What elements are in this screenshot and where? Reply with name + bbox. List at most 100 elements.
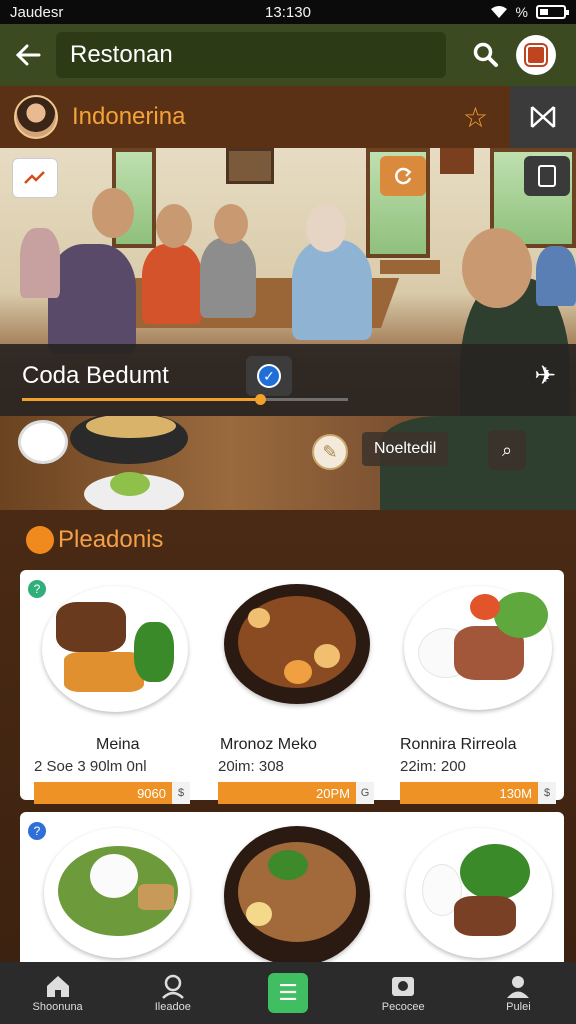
menu-item-name: Ronnira Rirreola xyxy=(400,736,517,753)
herb-image xyxy=(268,850,308,880)
arrow-left-icon xyxy=(15,44,41,66)
soup-cup xyxy=(18,420,68,464)
potato-image xyxy=(284,660,312,684)
salad-image xyxy=(494,592,548,638)
carrier-label: Jaudesr xyxy=(10,3,64,21)
menu-item-order-bar[interactable]: 20PM G xyxy=(218,782,374,804)
menu-item-name: Meina xyxy=(96,736,140,753)
battery-icon xyxy=(536,5,569,19)
photo-detail: ✎ Noeltedil ⌕ xyxy=(0,416,576,510)
trend-icon xyxy=(24,171,45,184)
location-name[interactable]: Indonerina xyxy=(72,103,185,131)
wifi-icon xyxy=(490,6,507,18)
meat-image xyxy=(56,602,126,652)
diner-head xyxy=(92,188,134,238)
menu-list-icon: ☰ xyxy=(268,973,308,1013)
search-button[interactable] xyxy=(456,24,516,86)
edit-pen-button[interactable]: ✎ xyxy=(312,434,348,470)
progress-track[interactable] xyxy=(22,394,348,405)
diner-head xyxy=(156,204,192,248)
nav-user[interactable]: Pulei xyxy=(461,962,576,1024)
order-value: 20PM xyxy=(218,782,356,804)
map-icon xyxy=(530,106,556,128)
search-icon xyxy=(473,42,498,67)
nav-home[interactable]: Shoonuna xyxy=(0,962,115,1024)
nav-menu[interactable]: ☰ xyxy=(230,962,345,1024)
pin-icon: ⌕ xyxy=(501,439,513,460)
avatar[interactable] xyxy=(14,95,58,139)
menu-item[interactable] xyxy=(402,826,564,976)
menu-item-price: 22im: 200 xyxy=(400,758,466,775)
wall-painting xyxy=(226,148,274,184)
menu-item[interactable] xyxy=(220,824,398,974)
photo-tag[interactable]: Noeltedil xyxy=(362,432,449,466)
status-bar: Jaudesr 13:130 % xyxy=(0,0,576,24)
user-icon xyxy=(507,976,530,998)
back-button[interactable] xyxy=(0,24,56,86)
hero-refresh-button[interactable] xyxy=(380,156,426,196)
tablet-icon xyxy=(538,165,556,187)
menu-item[interactable]: Ronnira Rirreola 22im: 200 130M $ xyxy=(398,582,576,804)
wall-ornament xyxy=(440,148,474,174)
nav-label: Pulei xyxy=(506,1001,531,1013)
hero-gallery-button[interactable] xyxy=(524,156,570,196)
currency-icon: G xyxy=(356,782,374,804)
menu-item[interactable]: Mronoz Meko 20im: 308 20PM G xyxy=(218,582,396,804)
verified-button[interactable]: ✓ xyxy=(246,356,292,396)
page-title: Restonan xyxy=(56,32,446,78)
profile-icon xyxy=(161,974,184,999)
greens-image xyxy=(134,622,174,682)
nav-label: Ileadoe xyxy=(154,1001,191,1013)
egg-image xyxy=(246,902,272,926)
home-icon xyxy=(46,976,69,997)
location-row: Indonerina ☆ xyxy=(0,86,576,148)
camera-icon xyxy=(392,977,415,996)
menu-item-order-bar[interactable]: 9060 $ xyxy=(34,782,190,804)
menu-item-price: 2 Soe 3 90lm 0nl xyxy=(34,758,147,775)
favorite-star-icon[interactable]: ☆ xyxy=(463,101,488,134)
menu-item-price: 20im: 308 xyxy=(218,758,284,775)
progress-knob[interactable] xyxy=(254,394,266,405)
tag-options-button[interactable]: ⌕ xyxy=(488,430,526,470)
potato-image xyxy=(314,644,340,668)
section-title: Pleadonis xyxy=(58,526,164,553)
diner xyxy=(292,240,372,340)
plate-food xyxy=(110,472,150,496)
order-value: 9060 xyxy=(34,782,172,804)
diner xyxy=(200,238,256,318)
currency-icon: $ xyxy=(538,782,556,804)
check-badge-icon: ✓ xyxy=(257,364,281,388)
vegetables-image xyxy=(460,844,530,900)
nav-label: Shoonuna xyxy=(32,1001,83,1013)
diner-head xyxy=(214,204,248,244)
refresh-icon xyxy=(395,167,412,185)
menu-item[interactable] xyxy=(38,826,216,976)
share-icon[interactable]: ✈ xyxy=(534,360,556,391)
tomato-image xyxy=(470,594,500,620)
bottom-nav: Shoonuna Ileadoe ☰ Pecocee Pulei xyxy=(0,962,576,1024)
menu-card: ? xyxy=(20,812,564,982)
section-bullet-icon xyxy=(26,526,54,554)
diner xyxy=(536,246,576,306)
menu-item[interactable]: Meina 2 Soe 3 90lm 0nl 9060 $ xyxy=(34,582,212,804)
map-button[interactable] xyxy=(510,86,576,148)
order-value: 130M xyxy=(400,782,538,804)
app-bar: Restonan xyxy=(0,24,576,86)
pen-icon: ✎ xyxy=(322,441,338,462)
nav-camera[interactable]: Pecocee xyxy=(346,962,461,1024)
currency-icon: $ xyxy=(172,782,190,804)
gear-icon xyxy=(526,45,546,65)
fried-tofu-image xyxy=(64,652,144,692)
settings-button[interactable] xyxy=(516,35,556,75)
diner-head xyxy=(462,228,532,308)
nav-profile[interactable]: Ileadoe xyxy=(115,962,230,1024)
beef-image xyxy=(454,896,516,936)
diner xyxy=(142,244,202,324)
tofu-image xyxy=(138,884,174,910)
nav-label: Pecocee xyxy=(381,1001,425,1013)
restaurant-name: Coda Bedumt xyxy=(22,362,169,389)
progress-fill xyxy=(22,398,260,401)
menu-item-order-bar[interactable]: 130M $ xyxy=(400,782,556,804)
hero-edit-button[interactable] xyxy=(12,158,58,198)
diner-head xyxy=(306,204,346,252)
